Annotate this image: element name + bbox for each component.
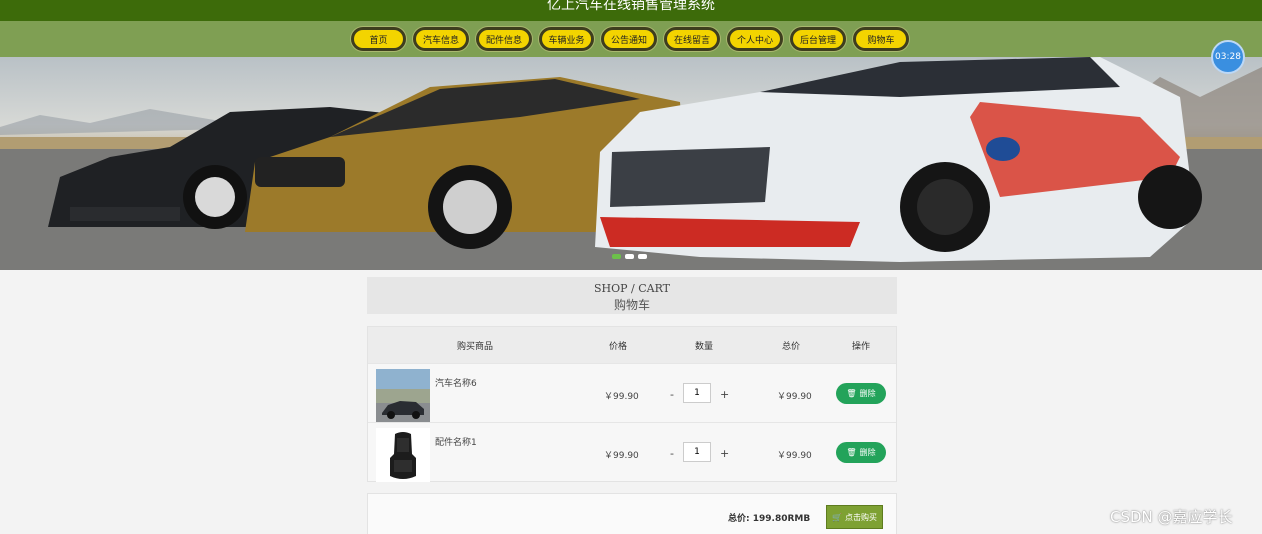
nav-item-vehicle-business[interactable]: 车辆业务 <box>539 27 594 51</box>
product-price: ￥99.90 <box>604 392 639 402</box>
row-total: ￥99.90 <box>777 392 812 402</box>
carousel-dot-2[interactable] <box>625 254 634 259</box>
main-navbar: 首页 汽车信息 配件信息 车辆业务 公告通知 在线留言 个人中心 后台管理 购物… <box>0 21 1262 57</box>
car-thumbnail-image[interactable] <box>376 369 430 423</box>
nav-item-parts-info[interactable]: 配件信息 <box>476 27 532 51</box>
cart-table-header: 购买商品 价格 数量 总价 操作 <box>368 327 896 363</box>
watermark-text: CSDN @嘉应学长 <box>1110 508 1233 526</box>
header-action: 操作 <box>852 342 871 352</box>
delete-button[interactable]: 🗑 删除 <box>836 383 886 404</box>
seat-thumbnail-image[interactable] <box>376 428 430 482</box>
delete-button[interactable]: 🗑 删除 <box>836 442 886 463</box>
section-heading: SHOP / CART 购物车 <box>367 277 897 314</box>
quantity-input[interactable] <box>683 442 711 462</box>
site-title: 亿上汽车在线销售管理系统 <box>547 0 715 13</box>
header-quantity: 数量 <box>695 342 714 352</box>
trash-icon: 🗑 <box>846 389 857 398</box>
buy-button[interactable]: 🛒 点击购买 <box>826 505 883 529</box>
carousel-indicators <box>612 254 647 259</box>
cart-row: 配件名称1 ￥99.90 - + ￥99.90 🗑 删除 <box>368 422 896 482</box>
header-price: 价格 <box>609 342 628 352</box>
nav-item-cart[interactable]: 购物车 <box>853 27 909 51</box>
decrease-quantity-button[interactable]: - <box>670 447 674 460</box>
row-total: ￥99.90 <box>777 451 812 461</box>
cart-summary: 总价: 199.80RMB 🛒 点击购买 <box>367 493 897 534</box>
decrease-quantity-button[interactable]: - <box>670 388 674 401</box>
nav-item-personal-center[interactable]: 个人中心 <box>727 27 783 51</box>
banner-cars-image <box>0 57 1262 270</box>
cart-row: 汽车名称6 ￥99.90 - + ￥99.90 🗑 删除 <box>368 363 896 423</box>
cart-total: 总价: 199.80RMB <box>728 514 811 524</box>
delete-label: 删除 <box>859 448 876 457</box>
nav-item-home[interactable]: 首页 <box>351 27 406 51</box>
increase-quantity-button[interactable]: + <box>720 447 729 460</box>
hero-banner-carousel[interactable] <box>0 57 1262 270</box>
nav-item-admin[interactable]: 后台管理 <box>790 27 846 51</box>
top-header: 亿上汽车在线销售管理系统 <box>0 0 1262 21</box>
increase-quantity-button[interactable]: + <box>720 388 729 401</box>
nav-item-announcements[interactable]: 公告通知 <box>601 27 657 51</box>
product-price: ￥99.90 <box>604 451 639 461</box>
nav-item-online-message[interactable]: 在线留言 <box>664 27 720 51</box>
section-title-cn: 购物车 <box>613 298 650 312</box>
buy-label: 点击购买 <box>844 512 877 522</box>
header-product: 购买商品 <box>457 342 494 352</box>
product-name[interactable]: 汽车名称6 <box>435 376 477 389</box>
clock-badge: 03:28 <box>1211 40 1245 74</box>
cart-table: 购买商品 价格 数量 总价 操作 汽车名称6 ￥99.90 - + ￥99.90… <box>367 326 897 482</box>
delete-label: 删除 <box>859 389 876 398</box>
trash-icon: 🗑 <box>846 448 857 457</box>
nav-item-car-info[interactable]: 汽车信息 <box>413 27 469 51</box>
cart-icon: 🛒 <box>832 512 842 522</box>
header-total: 总价 <box>782 342 801 352</box>
quantity-input[interactable] <box>683 383 711 403</box>
nav-menu: 首页 汽车信息 配件信息 车辆业务 公告通知 在线留言 个人中心 后台管理 购物… <box>351 27 909 51</box>
carousel-dot-1[interactable] <box>612 254 621 259</box>
carousel-dot-3[interactable] <box>638 254 647 259</box>
product-name[interactable]: 配件名称1 <box>435 435 477 448</box>
section-title-en: SHOP / CART <box>593 282 671 295</box>
